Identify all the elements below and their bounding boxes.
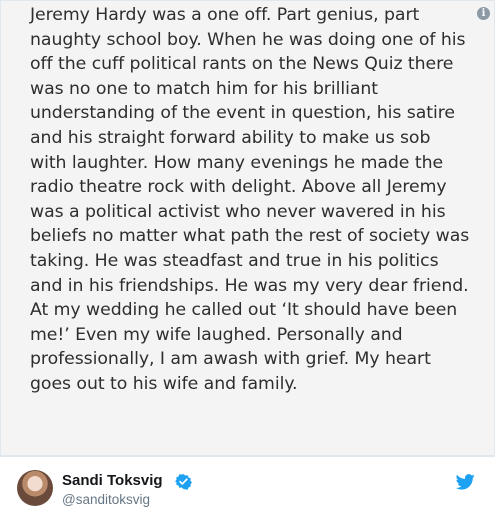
author-name[interactable]: Sandi Toksvig xyxy=(62,472,163,490)
info-icon[interactable]: i xyxy=(477,7,490,20)
tweet-image[interactable]: Jeremy Hardy was a one off. Part genius,… xyxy=(0,0,495,456)
author-handle[interactable]: @sanditoksvig xyxy=(62,492,150,508)
twitter-bird-icon[interactable] xyxy=(456,474,475,490)
verified-badge-icon xyxy=(175,474,192,490)
avatar[interactable] xyxy=(17,470,53,506)
tweet-image-text: Jeremy Hardy was a one off. Part genius,… xyxy=(30,5,470,394)
tweet-card: Jeremy Hardy was a one off. Part genius,… xyxy=(0,0,495,518)
tweet-author-footer: Sandi Toksvig @sanditoksvig xyxy=(0,456,495,518)
